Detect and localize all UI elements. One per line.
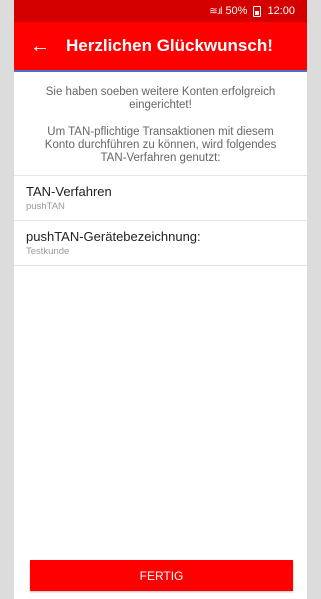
page-title: Herzlichen Glückwunsch! — [66, 36, 273, 55]
battery-percent: 50% — [225, 5, 248, 17]
status-bar: ≋.ıl 50% 12:00 — [14, 0, 307, 22]
back-button[interactable]: ← — [14, 21, 66, 71]
tan-method-value: pushTAN — [26, 201, 65, 212]
arrow-left-icon: ← — [30, 34, 50, 57]
device-name-value: Testkunde — [26, 246, 70, 257]
device-name-field: pushTAN-Gerätebezeichnung: Testkunde — [14, 220, 307, 266]
signal-icon: ≋.ıl — [209, 5, 222, 17]
screen: ≋.ıl 50% 12:00 ← Herzlichen Glückwunsch!… — [14, 0, 307, 599]
intro-text: Sie haben soeben weitere Konten erfolgre… — [14, 72, 307, 165]
battery-icon — [253, 5, 262, 17]
device-name-label: pushTAN-Gerätebezeichnung: — [26, 229, 201, 244]
tan-info-message: Um TAN-pflichtige Transaktionen mit dies… — [44, 126, 277, 164]
tan-method-label: TAN-Verfahren — [26, 184, 112, 199]
status-time: 12:00 — [267, 5, 295, 17]
tan-method-field: TAN-Verfahren pushTAN — [14, 175, 307, 220]
done-button[interactable]: FERTIG — [30, 560, 293, 591]
app-bar: ← Herzlichen Glückwunsch! — [14, 22, 307, 72]
success-message: Sie haben soeben weitere Konten erfolgre… — [45, 86, 276, 111]
